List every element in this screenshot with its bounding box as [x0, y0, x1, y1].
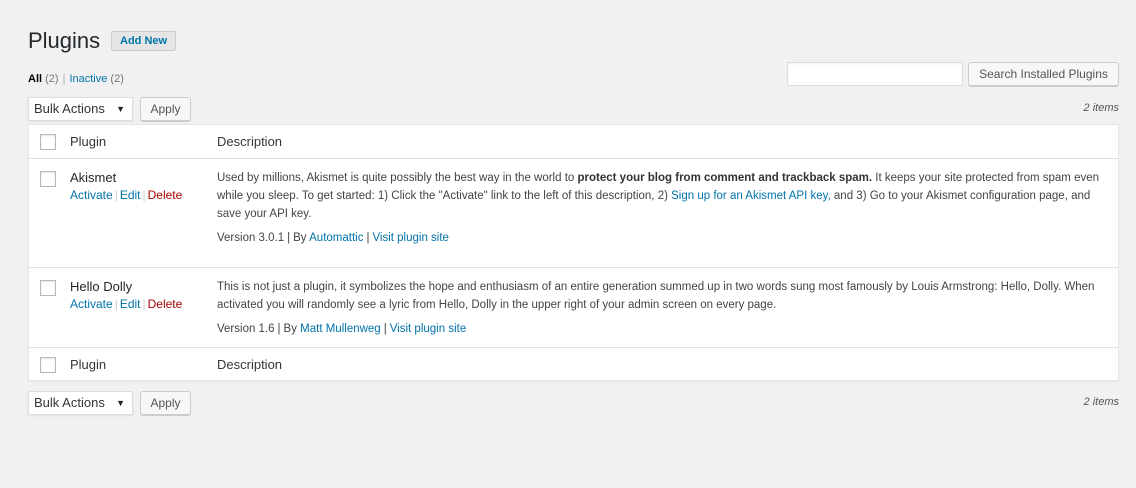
visit-plugin-site-link[interactable]: Visit plugin site — [390, 323, 467, 335]
select-all-checkbox[interactable] — [40, 357, 56, 373]
table-header: Plugin Description — [29, 125, 1118, 159]
by-label: By — [293, 232, 307, 244]
by-label: By — [283, 323, 297, 335]
plugin-version: Version 1.6 — [217, 323, 275, 335]
table-row: Hello Dolly Activate | Edit | Delete This is… — [29, 268, 1118, 347]
desc-emphasis: protect your blog from comment and track… — [577, 172, 873, 184]
row-actions: Activate | Edit | Delete — [70, 188, 183, 202]
akismet-signup-link[interactable]: Sign up for an Akismet API key, — [671, 190, 831, 202]
edit-link[interactable]: Edit — [120, 188, 141, 202]
add-new-button[interactable]: Add New — [111, 31, 177, 51]
edit-link[interactable]: Edit — [120, 297, 141, 311]
plugins-page: Plugins Add New All (2) | Inactive (2) Sea… — [0, 0, 1136, 488]
author-link[interactable]: Automattic — [309, 232, 363, 244]
filter-all-label: All — [28, 73, 43, 85]
plugins-table: Plugin Description Akismet Activate | Edit… — [28, 124, 1119, 381]
delete-link[interactable]: Delete — [148, 188, 183, 202]
select-all-checkbox[interactable] — [40, 134, 56, 150]
apply-button-top[interactable]: Apply — [140, 97, 191, 121]
search-plugins-input[interactable] — [787, 62, 963, 86]
plugin-name: Akismet — [70, 170, 117, 185]
activate-link[interactable]: Activate — [70, 188, 113, 202]
bulk-actions-select-top[interactable]: Bulk Actions ▼ — [28, 97, 133, 121]
column-description: Description — [217, 357, 283, 372]
table-footer: Plugin Description — [29, 347, 1118, 381]
delete-link[interactable]: Delete — [148, 297, 183, 311]
filter-inactive-count: (2) — [110, 73, 124, 85]
caret-down-icon: ▼ — [116, 398, 125, 408]
page-title: Plugins — [28, 28, 101, 53]
bulk-actions-select-bottom[interactable]: Bulk Actions ▼ — [28, 391, 133, 415]
plugin-checkbox[interactable] — [40, 171, 56, 187]
author-link[interactable]: Matt Mullenweg — [300, 323, 381, 335]
column-description: Description — [217, 134, 283, 149]
plugin-description: This is not just a plugin, it symbolizes… — [217, 281, 1095, 335]
column-plugin[interactable]: Plugin — [70, 357, 106, 372]
plugin-version: Version 3.0.1 — [217, 232, 285, 244]
bulk-actions-selected: Bulk Actions — [34, 101, 105, 116]
search-installed-plugins-button[interactable]: Search Installed Plugins — [968, 62, 1119, 86]
row-actions: Activate | Edit | Delete — [70, 297, 183, 311]
desc-text: This is not just a plugin, it symbolizes… — [217, 281, 1095, 311]
filter-separator: | — [62, 73, 66, 85]
apply-button-bottom[interactable]: Apply — [140, 391, 191, 415]
filter-inactive-label: Inactive — [69, 73, 108, 85]
caret-down-icon: ▼ — [116, 104, 125, 114]
filter-all[interactable]: All (2) — [28, 73, 59, 85]
plugin-checkbox[interactable] — [40, 280, 56, 296]
status-filters: All (2) | Inactive (2) — [28, 73, 124, 85]
items-count-top: 2 items — [1083, 102, 1119, 114]
items-count-bottom: 2 items — [1083, 396, 1119, 408]
visit-plugin-site-link[interactable]: Visit plugin site — [372, 232, 449, 244]
bulk-actions-selected: Bulk Actions — [34, 395, 105, 410]
filter-inactive[interactable]: Inactive (2) — [69, 73, 123, 85]
column-plugin[interactable]: Plugin — [70, 134, 106, 149]
desc-text: Used by millions, Akismet is quite possi… — [217, 172, 578, 184]
activate-link[interactable]: Activate — [70, 297, 113, 311]
filter-all-count: (2) — [45, 73, 59, 85]
plugin-description: Used by millions, Akismet is quite possi… — [217, 172, 1100, 244]
table-row: Akismet Activate | Edit | Delete Used by mil… — [29, 159, 1118, 268]
plugin-name: Hello Dolly — [70, 279, 133, 294]
